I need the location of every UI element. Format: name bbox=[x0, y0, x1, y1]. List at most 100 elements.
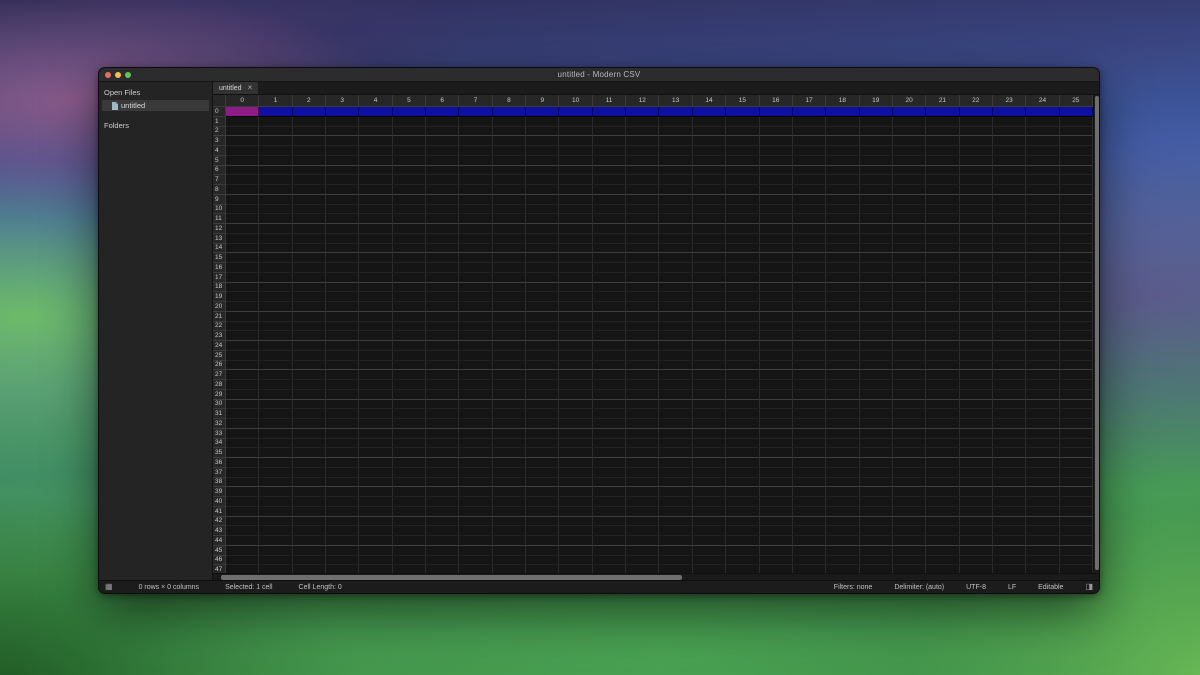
grid-cell-r41-c14[interactable] bbox=[693, 507, 726, 517]
grid-cell-r37-c3[interactable] bbox=[326, 468, 359, 478]
grid-cell-r12-c24[interactable] bbox=[1026, 224, 1059, 234]
grid-cell-r8-c3[interactable] bbox=[326, 185, 359, 195]
grid-cell-r0-c13[interactable] bbox=[659, 107, 692, 117]
grid-cell-r22-c9[interactable] bbox=[526, 322, 559, 332]
grid-cell-r39-c2[interactable] bbox=[293, 487, 326, 497]
grid-cell-r4-c23[interactable] bbox=[993, 146, 1026, 156]
grid-cell-r26-c12[interactable] bbox=[626, 361, 659, 371]
grid-cell-r42-c16[interactable] bbox=[760, 517, 793, 527]
grid-cell-r45-c7[interactable] bbox=[459, 546, 492, 556]
grid-cell-r22-c6[interactable] bbox=[426, 322, 459, 332]
grid-cell-r27-c16[interactable] bbox=[760, 370, 793, 380]
grid-cell-r21-c14[interactable] bbox=[693, 312, 726, 322]
grid-cell-r34-c4[interactable] bbox=[359, 439, 392, 449]
grid-cell-r25-c23[interactable] bbox=[993, 351, 1026, 361]
grid-cell-r15-c20[interactable] bbox=[893, 253, 926, 263]
row-header-8[interactable]: 8 bbox=[213, 185, 226, 195]
grid-cell-r31-c13[interactable] bbox=[659, 409, 692, 419]
grid-cell-r30-c2[interactable] bbox=[293, 400, 326, 410]
grid-cell-r38-c7[interactable] bbox=[459, 478, 492, 488]
grid-cell-r14-c20[interactable] bbox=[893, 244, 926, 254]
row-header-22[interactable]: 22 bbox=[213, 322, 226, 332]
row-header-37[interactable]: 37 bbox=[213, 468, 226, 478]
grid-cell-r16-c13[interactable] bbox=[659, 263, 692, 273]
grid-cell-r39-c18[interactable] bbox=[826, 487, 859, 497]
grid-cell-r24-c22[interactable] bbox=[960, 341, 993, 351]
grid-cell-r9-c7[interactable] bbox=[459, 195, 492, 205]
grid-cell-r9-c2[interactable] bbox=[293, 195, 326, 205]
grid-cell-r20-c9[interactable] bbox=[526, 302, 559, 312]
grid-cell-r12-c5[interactable] bbox=[393, 224, 426, 234]
grid-cell-r41-c1[interactable] bbox=[259, 507, 292, 517]
grid-cell-r32-c23[interactable] bbox=[993, 419, 1026, 429]
grid-cell-r34-c0[interactable] bbox=[226, 439, 259, 449]
grid-cell-r36-c10[interactable] bbox=[559, 458, 592, 468]
grid-cell-r16-c17[interactable] bbox=[793, 263, 826, 273]
grid-cell-r23-c17[interactable] bbox=[793, 331, 826, 341]
grid-cell-r19-c5[interactable] bbox=[393, 292, 426, 302]
grid-cell-r1-c1[interactable] bbox=[259, 117, 292, 127]
grid-cell-r11-c22[interactable] bbox=[960, 214, 993, 224]
grid-cell-r14-c0[interactable] bbox=[226, 244, 259, 254]
row-header-38[interactable]: 38 bbox=[213, 478, 226, 488]
column-header-5[interactable]: 5 bbox=[393, 95, 426, 107]
grid-cell-r12-c13[interactable] bbox=[659, 224, 692, 234]
grid-cell-r39-c22[interactable] bbox=[960, 487, 993, 497]
grid-cell-r39-c12[interactable] bbox=[626, 487, 659, 497]
grid-cell-r30-c10[interactable] bbox=[559, 400, 592, 410]
grid-cell-r6-c0[interactable] bbox=[226, 166, 259, 176]
grid-cell-r36-c2[interactable] bbox=[293, 458, 326, 468]
grid-cell-r19-c2[interactable] bbox=[293, 292, 326, 302]
row-header-25[interactable]: 25 bbox=[213, 351, 226, 361]
grid-cell-r15-c4[interactable] bbox=[359, 253, 392, 263]
horizontal-scrollbar-thumb[interactable] bbox=[221, 575, 682, 580]
grid-cell-r15-c16[interactable] bbox=[760, 253, 793, 263]
grid-cell-r9-c25[interactable] bbox=[1060, 195, 1093, 205]
grid-cell-r40-c2[interactable] bbox=[293, 497, 326, 507]
grid-cell-r28-c6[interactable] bbox=[426, 380, 459, 390]
grid-cell-r4-c4[interactable] bbox=[359, 146, 392, 156]
grid-cell-r4-c12[interactable] bbox=[626, 146, 659, 156]
grid-cell-r16-c6[interactable] bbox=[426, 263, 459, 273]
grid-cell-r35-c24[interactable] bbox=[1026, 448, 1059, 458]
grid-cell-r32-c3[interactable] bbox=[326, 419, 359, 429]
grid-cell-r10-c23[interactable] bbox=[993, 205, 1026, 215]
grid-cell-r44-c17[interactable] bbox=[793, 536, 826, 546]
grid-cell-r13-c13[interactable] bbox=[659, 234, 692, 244]
grid-cell-r12-c4[interactable] bbox=[359, 224, 392, 234]
grid-cell-r30-c22[interactable] bbox=[960, 400, 993, 410]
grid-cell-r23-c25[interactable] bbox=[1060, 331, 1093, 341]
grid-cell-r3-c24[interactable] bbox=[1026, 136, 1059, 146]
grid-cell-r30-c20[interactable] bbox=[893, 400, 926, 410]
grid-cell-r24-c3[interactable] bbox=[326, 341, 359, 351]
grid-cell-r10-c16[interactable] bbox=[760, 205, 793, 215]
grid-cell-r27-c14[interactable] bbox=[693, 370, 726, 380]
grid-cell-r31-c4[interactable] bbox=[359, 409, 392, 419]
grid-cell-r21-c4[interactable] bbox=[359, 312, 392, 322]
row-header-29[interactable]: 29 bbox=[213, 390, 226, 400]
grid-cell-r9-c13[interactable] bbox=[659, 195, 692, 205]
grid-cell-r9-c15[interactable] bbox=[726, 195, 759, 205]
grid-cell-r23-c16[interactable] bbox=[760, 331, 793, 341]
grid-cell-r32-c10[interactable] bbox=[559, 419, 592, 429]
grid-cell-r13-c16[interactable] bbox=[760, 234, 793, 244]
grid-cell-r40-c9[interactable] bbox=[526, 497, 559, 507]
grid-cell-r33-c12[interactable] bbox=[626, 429, 659, 439]
grid-cell-r21-c1[interactable] bbox=[259, 312, 292, 322]
grid-cell-r7-c13[interactable] bbox=[659, 175, 692, 185]
grid-cell-r7-c17[interactable] bbox=[793, 175, 826, 185]
grid-cell-r14-c9[interactable] bbox=[526, 244, 559, 254]
grid-cell-r4-c11[interactable] bbox=[593, 146, 626, 156]
grid-cell-r23-c4[interactable] bbox=[359, 331, 392, 341]
grid-cell-r23-c11[interactable] bbox=[593, 331, 626, 341]
grid-cell-r41-c10[interactable] bbox=[559, 507, 592, 517]
grid-cell-r31-c25[interactable] bbox=[1060, 409, 1093, 419]
grid-cell-r46-c19[interactable] bbox=[860, 556, 893, 566]
row-header-46[interactable]: 46 bbox=[213, 556, 226, 566]
grid-cell-r40-c7[interactable] bbox=[459, 497, 492, 507]
grid-cell-r30-c0[interactable] bbox=[226, 400, 259, 410]
grid-cell-r35-c21[interactable] bbox=[926, 448, 959, 458]
row-header-45[interactable]: 45 bbox=[213, 546, 226, 556]
grid-cell-r46-c22[interactable] bbox=[960, 556, 993, 566]
grid-cell-r17-c2[interactable] bbox=[293, 273, 326, 283]
